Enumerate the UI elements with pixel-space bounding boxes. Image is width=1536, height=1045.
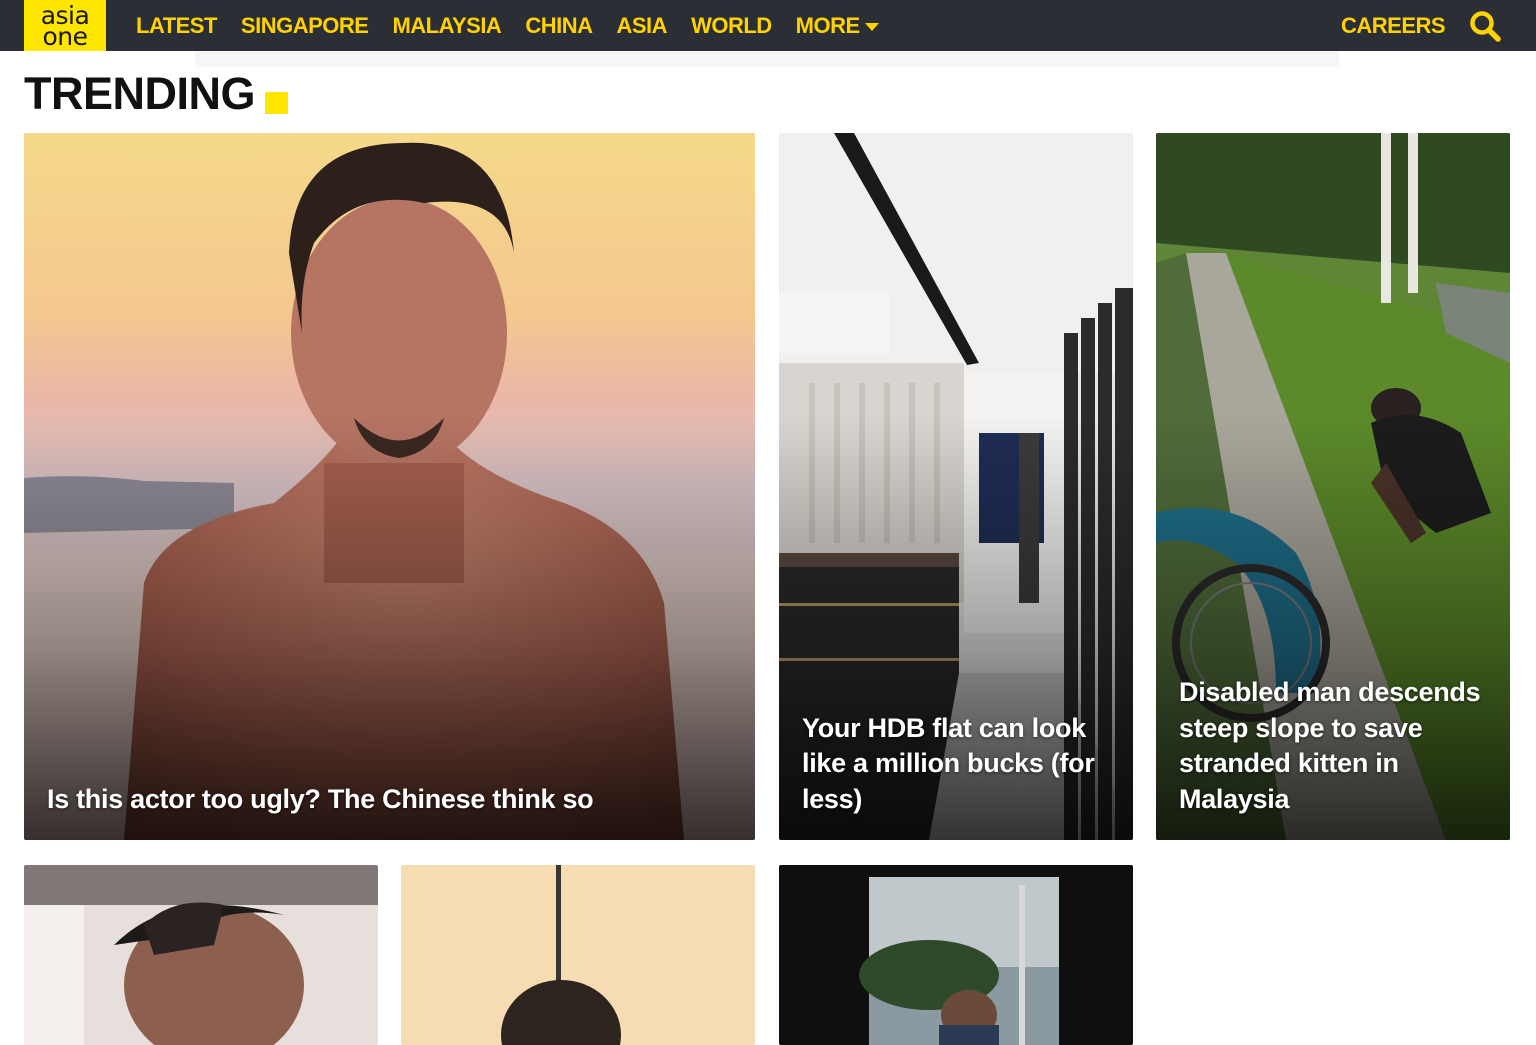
ad-strip bbox=[195, 51, 1339, 67]
article-card-6[interactable] bbox=[779, 865, 1133, 1045]
article-card-1[interactable]: Is this actor too ugly? The Chinese thin… bbox=[24, 133, 755, 840]
heading-accent-square bbox=[265, 92, 288, 114]
nav-item-more[interactable]: MORE bbox=[796, 13, 879, 39]
article-card-4[interactable] bbox=[24, 865, 378, 1045]
caret-down-icon bbox=[864, 22, 879, 31]
nav-item-world[interactable]: WORLD bbox=[691, 13, 772, 39]
nav-item-china[interactable]: CHINA bbox=[525, 13, 593, 39]
nav-item-asia[interactable]: ASIA bbox=[617, 13, 668, 39]
article-4-image bbox=[24, 865, 378, 1045]
article-1-gradient bbox=[24, 415, 755, 840]
careers-link[interactable]: CAREERS bbox=[1341, 0, 1446, 51]
top-navigation-bar: asia one LATEST SINGAPORE MALAYSIA CHINA… bbox=[0, 0, 1536, 51]
search-icon bbox=[1470, 11, 1501, 42]
article-card-3[interactable]: Disabled man descends steep slope to sav… bbox=[1156, 133, 1510, 840]
nav-menu: LATEST SINGAPORE MALAYSIA CHINA ASIA WOR… bbox=[124, 0, 891, 51]
article-2-headline[interactable]: Your HDB flat can look like a million bu… bbox=[802, 711, 1115, 818]
article-3-headline[interactable]: Disabled man descends steep slope to sav… bbox=[1179, 675, 1492, 817]
nav-item-singapore[interactable]: SINGAPORE bbox=[241, 13, 369, 39]
search-button[interactable] bbox=[1468, 9, 1502, 43]
article-5-image bbox=[401, 865, 755, 1045]
article-6-image bbox=[779, 865, 1133, 1045]
nav-item-latest[interactable]: LATEST bbox=[136, 13, 217, 39]
article-1-headline[interactable]: Is this actor too ugly? The Chinese thin… bbox=[47, 782, 737, 818]
article-card-2[interactable]: Your HDB flat can look like a million bu… bbox=[779, 133, 1133, 840]
asiaone-logo[interactable]: asia one bbox=[24, 0, 106, 51]
logo-text-one: one bbox=[42, 21, 88, 51]
article-card-5[interactable] bbox=[401, 865, 755, 1045]
nav-item-malaysia[interactable]: MALAYSIA bbox=[392, 13, 501, 39]
nav-item-more-label: MORE bbox=[795, 12, 861, 38]
section-title: TRENDING bbox=[24, 68, 256, 119]
section-heading: TRENDING bbox=[24, 68, 288, 120]
